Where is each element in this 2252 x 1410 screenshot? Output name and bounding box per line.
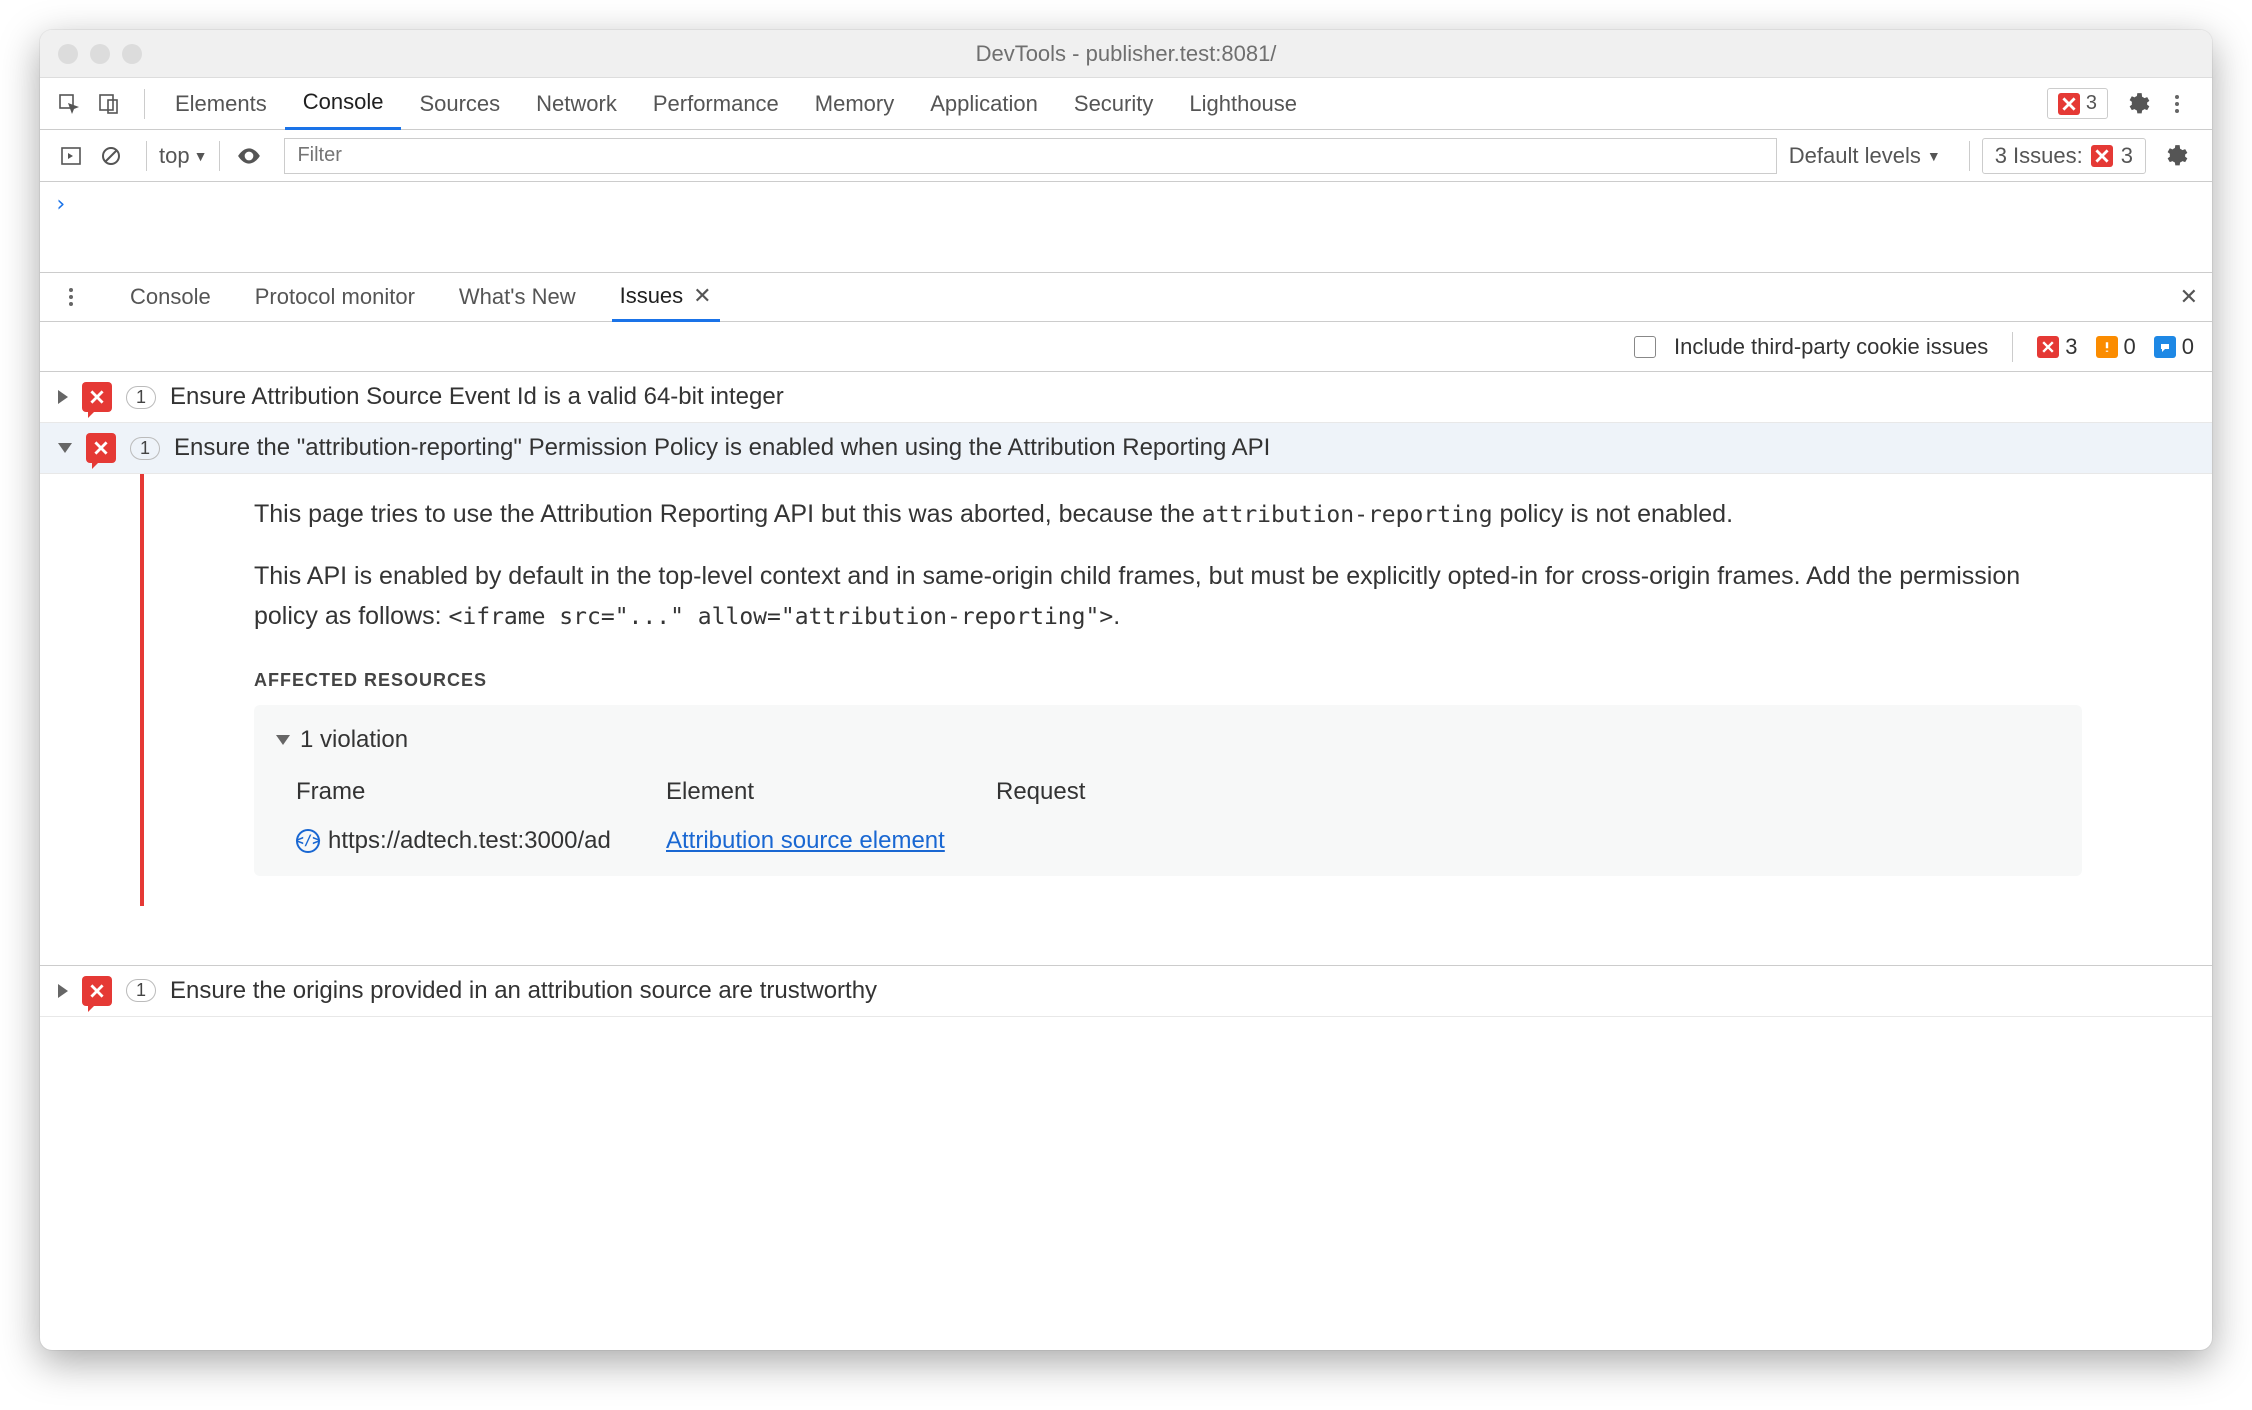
affected-resources-header: Affected Resources [254,666,2082,695]
window-title: DevTools - publisher.test:8081/ [976,41,1277,67]
error-count-pill[interactable]: 3 [2047,88,2108,119]
issues-list: 1 Ensure Attribution Source Event Id is … [40,372,2212,1017]
improvements-badge[interactable]: 0 [2096,334,2136,360]
tab-sources[interactable]: Sources [401,78,518,130]
tab-lighthouse[interactable]: Lighthouse [1171,78,1315,130]
tab-performance[interactable]: Performance [635,78,797,130]
issue-title: Ensure the "attribution-reporting" Permi… [174,434,1270,462]
drawer-tab-whats-new[interactable]: What's New [451,272,584,322]
issues-pill[interactable]: 3 Issues: 3 [1982,138,2146,174]
issues-subtoolbar: Include third-party cookie issues 3 0 0 [40,322,2212,372]
issue-row[interactable]: 1 Ensure Attribution Source Event Id is … [40,372,2212,423]
eye-icon[interactable] [232,139,266,173]
issue-count: 1 [130,437,160,460]
chevron-down-icon: ▼ [194,148,208,164]
devtools-window: DevTools - publisher.test:8081/ Elements… [40,30,2212,1350]
toggle-sidebar-icon[interactable] [54,139,88,173]
issue-title: Ensure Attribution Source Event Id is a … [170,383,784,411]
violation-toggle[interactable]: 1 violation [276,721,2060,759]
drawer-tab-issues[interactable]: Issues ✕ [612,272,720,322]
code-snippet: <iframe src="..." allow="attribution-rep… [449,604,1114,630]
info-badge[interactable]: 0 [2154,334,2194,360]
tab-memory[interactable]: Memory [797,78,912,130]
table-row: </> https://adtech.test:3000/ad Attribut… [276,822,2060,860]
info-icon [2154,336,2176,358]
issue-body: This page tries to use the Attribution R… [140,474,2192,906]
levels-selector[interactable]: Default levels ▼ [1789,143,1941,169]
more-icon[interactable] [2160,87,2194,121]
expand-icon [58,390,68,404]
drawer-tabstrip: Console Protocol monitor What's New Issu… [40,272,2212,322]
clear-console-icon[interactable] [94,139,128,173]
breaking-icon [2037,336,2059,358]
tab-elements[interactable]: Elements [157,78,285,130]
settings-icon[interactable] [2120,87,2154,121]
tab-security[interactable]: Security [1056,78,1171,130]
inspect-icon[interactable] [52,87,86,121]
issue-row[interactable]: 1 Ensure the origins provided in an attr… [40,966,2212,1017]
issue-title: Ensure the origins provided in an attrib… [170,977,877,1005]
device-toggle-icon[interactable] [92,87,126,121]
titlebar: DevTools - publisher.test:8081/ [40,30,2212,78]
top-error-count: 3 [2086,92,2097,115]
tab-console[interactable]: Console [285,78,402,130]
breaking-changes-badge[interactable]: 3 [2037,334,2077,360]
drawer-tab-protocol-monitor[interactable]: Protocol monitor [247,272,423,322]
drawer-more-icon[interactable] [54,280,88,314]
table-header: Frame Element Request [276,773,2060,811]
console-settings-icon[interactable] [2158,139,2192,173]
breaking-issue-icon [86,433,116,463]
error-icon [2091,145,2113,167]
console-body[interactable]: › [40,182,2212,272]
issue-count: 1 [126,386,156,409]
drawer-tab-console[interactable]: Console [122,272,219,322]
error-icon [2058,93,2080,115]
frame-url[interactable]: https://adtech.test:3000/ad [328,822,611,860]
collapse-icon [58,443,72,453]
issue-row[interactable]: 1 Ensure the "attribution-reporting" Per… [40,423,2212,474]
element-link[interactable]: Attribution source element [666,822,996,860]
close-icon[interactable]: ✕ [693,283,711,309]
collapse-icon [276,735,290,745]
third-party-checkbox[interactable] [1634,336,1656,358]
context-selector[interactable]: top ▼ [159,143,207,169]
tab-application[interactable]: Application [912,78,1056,130]
improvement-icon [2096,336,2118,358]
breaking-issue-icon [82,382,112,412]
issue-count: 1 [126,979,156,1002]
prompt-chevron-icon: › [54,192,67,217]
tab-network[interactable]: Network [518,78,635,130]
affected-resources-panel: 1 violation Frame Element Request </> ht… [254,705,2082,876]
main-tabstrip: Elements Console Sources Network Perform… [40,78,2212,130]
third-party-label: Include third-party cookie issues [1674,334,1988,360]
console-toolbar: top ▼ Default levels ▼ 3 Issues: 3 [40,130,2212,182]
code-snippet: attribution-reporting [1202,502,1493,528]
chevron-down-icon: ▼ [1927,148,1941,164]
frame-icon: </> [296,829,320,853]
traffic-lights[interactable] [58,44,142,64]
expand-icon [58,984,68,998]
filter-input[interactable] [284,138,1776,174]
breaking-issue-icon [82,976,112,1006]
drawer-close-icon[interactable]: ✕ [2180,284,2198,310]
spacer [40,906,2212,966]
